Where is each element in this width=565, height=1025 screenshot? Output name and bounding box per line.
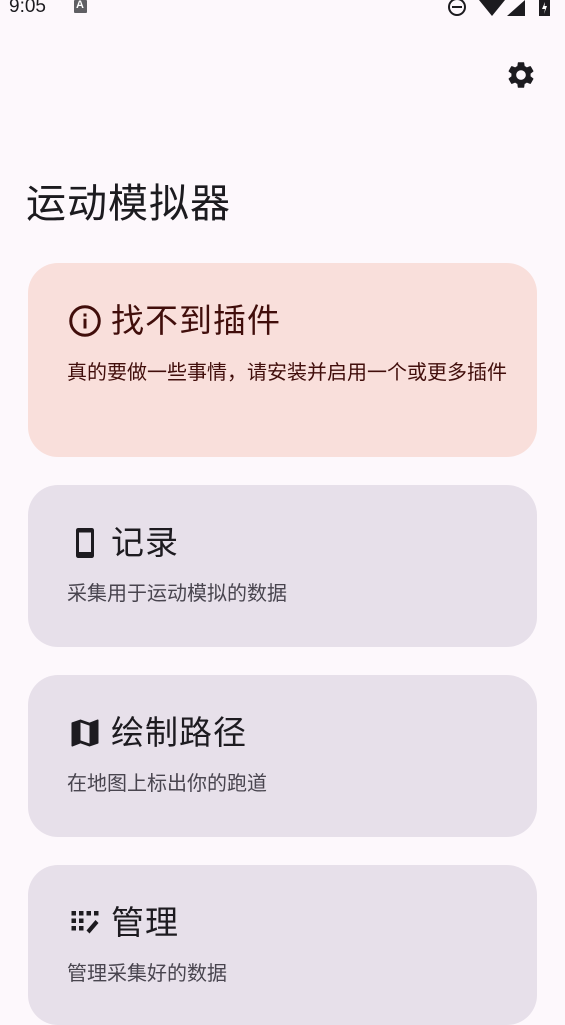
status-bar: 9:05 A xyxy=(0,0,565,18)
battery-charging-icon xyxy=(539,0,550,16)
status-time: 9:05 xyxy=(9,0,46,17)
card-title: 绘制路径 xyxy=(111,713,247,752)
card-description: 在地图上标出你的跑道 xyxy=(67,771,267,795)
card-header: 绘制路径 xyxy=(67,711,247,755)
settings-button[interactable] xyxy=(503,57,539,93)
card-title: 记录 xyxy=(111,523,179,562)
card-description: 管理采集好的数据 xyxy=(67,961,227,985)
wifi-icon xyxy=(479,0,505,16)
gear-icon xyxy=(508,62,534,88)
status-icons xyxy=(447,0,557,18)
card-description: 采集用于运动模拟的数据 xyxy=(67,581,287,605)
card-title: 管理 xyxy=(111,903,179,942)
record-card[interactable]: 记录 采集用于运动模拟的数据 xyxy=(28,485,537,647)
manage-icon xyxy=(67,905,103,941)
card-title: 找不到插件 xyxy=(111,301,281,340)
phone-icon xyxy=(67,525,103,561)
manage-card[interactable]: 管理 管理采集好的数据 xyxy=(28,865,537,1025)
info-icon xyxy=(67,303,103,339)
draw-route-card[interactable]: 绘制路径 在地图上标出你的跑道 xyxy=(28,675,537,837)
card-header: 管理 xyxy=(67,901,179,945)
do-not-disturb-icon xyxy=(448,0,466,16)
page-title: 运动模拟器 xyxy=(26,181,231,227)
card-description: 真的要做一些事情，请安装并启用一个或更多插件 xyxy=(67,360,507,384)
a-notification-icon: A xyxy=(74,0,87,13)
card-header: 记录 xyxy=(67,521,179,565)
signal-icon xyxy=(507,0,525,16)
card-header: 找不到插件 xyxy=(67,299,281,343)
no-plugin-card[interactable]: 找不到插件 真的要做一些事情，请安装并启用一个或更多插件 xyxy=(28,263,537,457)
map-icon xyxy=(67,715,103,751)
